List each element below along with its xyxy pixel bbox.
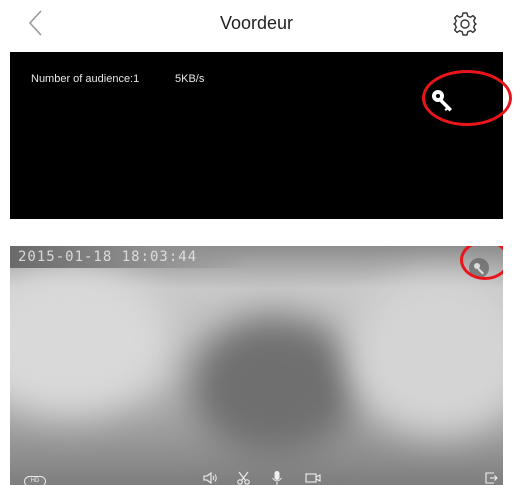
app-header: Voordeur xyxy=(0,0,513,46)
scissors-icon xyxy=(237,471,250,485)
bitrate-label: 5KB/s xyxy=(175,73,205,85)
speaker-icon xyxy=(203,471,217,485)
key-icon xyxy=(474,263,484,275)
audience-count-label: Number of audience:1 xyxy=(31,73,140,85)
speaker-button[interactable] xyxy=(201,470,219,485)
key-icon xyxy=(432,90,452,112)
video-stream-panel[interactable]: 2015-01-18 18:03:44 HD xyxy=(10,246,503,485)
gear-icon xyxy=(453,12,477,36)
record-button[interactable] xyxy=(304,470,322,485)
blurred-background xyxy=(190,316,360,456)
page-title: Voordeur xyxy=(219,13,294,33)
hd-toggle[interactable]: HD xyxy=(24,476,46,485)
exit-fullscreen-icon xyxy=(485,472,498,484)
microphone-icon xyxy=(272,471,282,485)
blurred-background xyxy=(350,276,503,436)
unlock-button-overlay[interactable] xyxy=(469,258,489,278)
unlock-button[interactable] xyxy=(426,85,464,117)
timestamp-overlay: 2015-01-18 18:03:44 xyxy=(10,246,250,268)
video-record-icon xyxy=(305,473,321,483)
live-video-panel[interactable]: Number of audience:1 5KB/s xyxy=(10,52,512,219)
settings-button[interactable] xyxy=(452,11,478,37)
timestamp-text: 2015-01-18 18:03:44 xyxy=(18,249,198,265)
exit-fullscreen-button[interactable] xyxy=(482,470,500,485)
blurred-background xyxy=(10,266,170,416)
snapshot-button[interactable] xyxy=(235,470,253,485)
microphone-button[interactable] xyxy=(268,470,286,485)
